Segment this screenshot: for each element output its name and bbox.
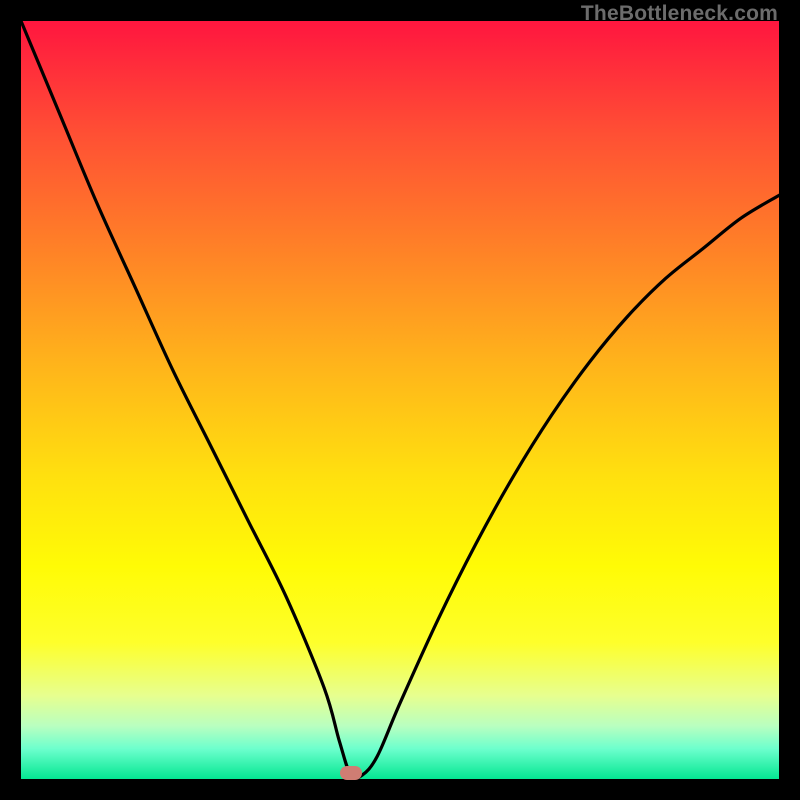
bottleneck-curve (21, 21, 779, 779)
plot-area (21, 21, 779, 779)
chart-frame: TheBottleneck.com (0, 0, 800, 800)
optimum-marker (340, 766, 362, 780)
curve-path (21, 21, 779, 779)
